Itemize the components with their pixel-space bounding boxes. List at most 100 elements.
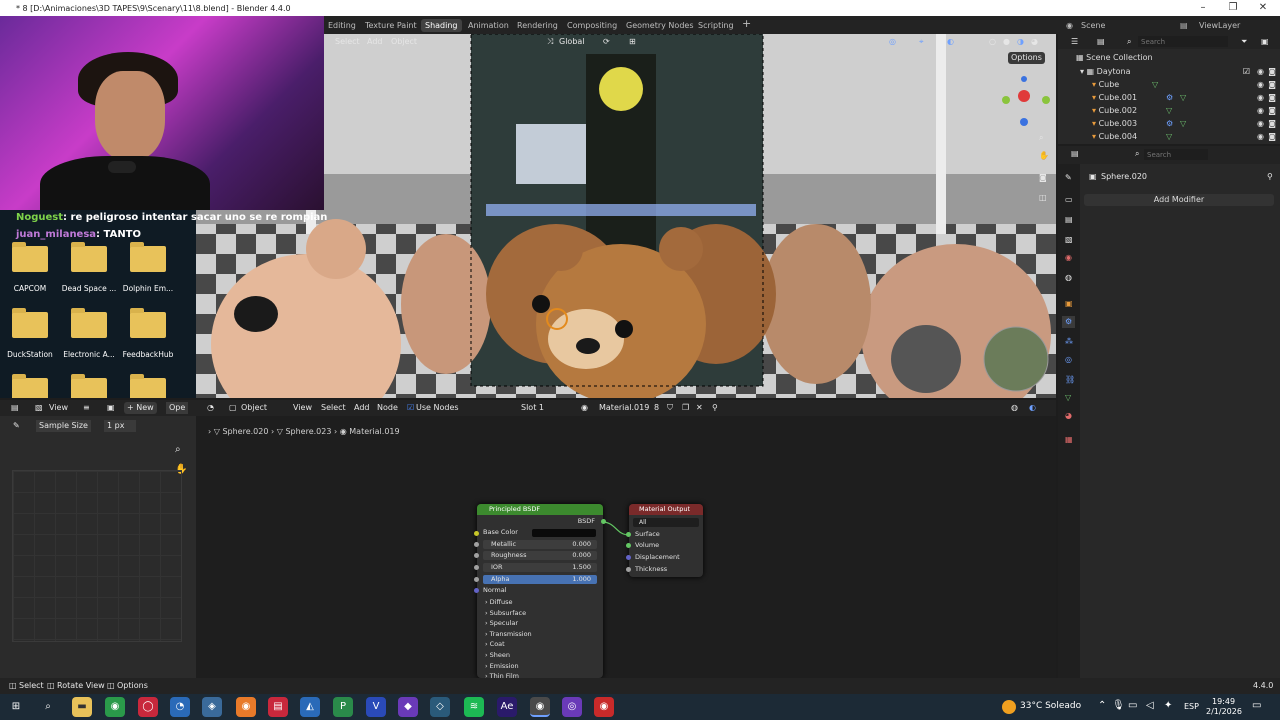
- vegas-icon[interactable]: V: [366, 697, 386, 717]
- material-tab-icon[interactable]: ◕: [1062, 410, 1075, 422]
- texture-tab-icon[interactable]: ▦: [1062, 434, 1076, 446]
- outliner-search-input[interactable]: [1138, 36, 1228, 47]
- tab-editing[interactable]: Editing: [324, 19, 360, 32]
- properties-editor[interactable]: ▤ ⌕ ✎ ▭ ▤ ▧ ◉ ◍ ▣ ⚙ ⁂ ◎ ⛓ ▽ ◕ ▦ ▣ Sphere…: [1058, 146, 1280, 678]
- pin-icon[interactable]: ⚲: [1264, 171, 1276, 183]
- outliner-object-row[interactable]: ▾ Cube.002 ▽ ◉ ◙: [1058, 104, 1280, 117]
- particles-tab-icon[interactable]: ⁂: [1062, 336, 1076, 348]
- scene-collection-row[interactable]: ▦ Scene Collection: [1058, 51, 1280, 64]
- shader-node-editor[interactable]: ◔ ▢ Object View Select Add Node ☑ Use No…: [196, 400, 1056, 680]
- constraints-tab-icon[interactable]: ⛓: [1062, 374, 1078, 386]
- add-modifier-button[interactable]: Add Modifier: [1084, 194, 1274, 206]
- language-indicator[interactable]: ESP: [1184, 702, 1199, 711]
- bluetooth-icon[interactable]: ✦: [1164, 700, 1172, 711]
- image-new-button[interactable]: + New: [124, 402, 157, 414]
- image-open-button[interactable]: Ope: [166, 402, 189, 414]
- tab-animation[interactable]: Animation: [464, 19, 513, 32]
- maximize-button[interactable]: ❐: [1220, 0, 1246, 16]
- input-socket[interactable]: [626, 555, 631, 560]
- app-icon[interactable]: ◭: [300, 697, 320, 717]
- viewport-object-menu[interactable]: Object: [388, 36, 420, 48]
- data-tab-icon[interactable]: ▽: [1062, 392, 1074, 404]
- collection-row[interactable]: ▾ ▦ Daytona ☑ ◉ ◙: [1058, 65, 1280, 78]
- image-view-menu[interactable]: View: [46, 402, 71, 414]
- discord-icon[interactable]: ◎: [562, 697, 582, 717]
- folder-icon[interactable]: [12, 308, 48, 338]
- tab-compositing[interactable]: Compositing: [563, 19, 621, 32]
- node-header[interactable]: Material Output: [629, 504, 703, 515]
- notification-icon[interactable]: ▭: [1252, 700, 1261, 711]
- input-socket[interactable]: [626, 567, 631, 572]
- viewport-options-button[interactable]: Options: [1008, 52, 1045, 64]
- world-tab-icon[interactable]: ◍: [1062, 272, 1075, 284]
- tool-tab-icon[interactable]: ✎: [1062, 172, 1075, 184]
- outliner-object-row[interactable]: ▾ Cube.001 ⚙ ▽ ◉ ◙: [1058, 91, 1280, 104]
- filter-icon[interactable]: ⏷: [1238, 36, 1250, 48]
- weather-text[interactable]: 33°C Soleado: [1020, 701, 1081, 711]
- image-browse-icon[interactable]: ▣: [104, 402, 118, 414]
- solid-shading-icon[interactable]: ●: [1000, 36, 1013, 48]
- add-workspace-button[interactable]: +: [738, 17, 755, 30]
- lock-icon[interactable]: ◫: [1036, 192, 1050, 204]
- chevron-up-icon[interactable]: ⌃: [1098, 700, 1106, 711]
- folder-icon[interactable]: [130, 308, 166, 338]
- render-tab-icon[interactable]: ▭: [1062, 194, 1076, 206]
- network-icon[interactable]: ▭: [1128, 700, 1137, 711]
- after-effects-icon[interactable]: Ae: [497, 697, 517, 717]
- modifier-tab-icon[interactable]: ⚙: [1062, 316, 1076, 328]
- outliner-object-row[interactable]: ▾ Cube ▽ ◉ ◙: [1058, 78, 1280, 91]
- volume-icon[interactable]: ◁: [1146, 700, 1154, 711]
- blender-icon[interactable]: ◉: [236, 697, 256, 717]
- snap-icon[interactable]: ⊞: [626, 36, 639, 48]
- clock-time[interactable]: 19:49: [1212, 697, 1235, 706]
- sample-tool-icon[interactable]: ✎: [10, 420, 23, 432]
- folder-icon[interactable]: [130, 242, 166, 272]
- editor-type-icon[interactable]: ☰: [1068, 36, 1081, 48]
- start-menu-icon[interactable]: ⊞: [6, 697, 26, 717]
- new-collection-icon[interactable]: ▣: [1258, 36, 1272, 48]
- chrome-icon[interactable]: ◉: [105, 697, 125, 717]
- edge-icon[interactable]: ◔: [170, 697, 190, 717]
- input-socket[interactable]: [626, 532, 631, 537]
- display-mode-icon[interactable]: ▤: [1094, 36, 1108, 48]
- menu-icon[interactable]: ≡: [80, 402, 93, 414]
- app-icon[interactable]: ◆: [398, 697, 418, 717]
- transform-orientation-dropdown[interactable]: Global: [556, 36, 588, 48]
- folder-icon[interactable]: [130, 374, 166, 398]
- zoom-icon[interactable]: ⌕: [172, 444, 184, 456]
- view-layer-selector[interactable]: ViewLayer: [1195, 19, 1244, 32]
- zoom-icon[interactable]: ⌕: [1036, 132, 1046, 144]
- clock-date[interactable]: 2/1/2026: [1206, 707, 1242, 716]
- folder-icon[interactable]: [12, 242, 48, 272]
- material-output-node[interactable]: Material Output All Surface Volume Displ…: [626, 504, 703, 577]
- folder-icon[interactable]: [71, 308, 107, 338]
- tab-geometry-nodes[interactable]: Geometry Nodes: [622, 19, 697, 32]
- obs-icon[interactable]: ◉: [594, 697, 614, 717]
- overlay-icon[interactable]: ◐: [944, 36, 957, 48]
- pivot-point-icon[interactable]: ⟳: [600, 36, 613, 48]
- microphone-icon[interactable]: 🎙: [1112, 700, 1125, 711]
- wireframe-shading-icon[interactable]: ○: [986, 36, 999, 48]
- object-tab-icon[interactable]: ▣: [1062, 298, 1076, 310]
- minimize-button[interactable]: –: [1190, 0, 1216, 16]
- material-shading-icon[interactable]: ◑: [1014, 36, 1027, 48]
- tab-scripting[interactable]: Scripting: [694, 19, 738, 32]
- image-editor[interactable]: ▤ ▧ View ≡ ▣ + New Ope ✎ Sample Size 1 p…: [0, 400, 196, 678]
- outliner[interactable]: ☰ ▤ ⌕ ⏷ ▣ ▦ Scene Collection ▾ ▦ Daytona…: [1058, 34, 1280, 144]
- file-explorer-icon[interactable]: ▬: [72, 697, 92, 717]
- video-app-icon[interactable]: ▤: [268, 697, 288, 717]
- input-socket[interactable]: [626, 543, 631, 548]
- sample-size-field[interactable]: 1 px: [104, 420, 136, 432]
- tab-shading[interactable]: Shading: [421, 19, 462, 32]
- scene-selector[interactable]: Scene: [1077, 19, 1109, 32]
- outliner-object-row[interactable]: ▾ Cube.003 ⚙ ▽ ◉ ◙: [1058, 117, 1280, 130]
- physics-tab-icon[interactable]: ◎: [1062, 354, 1075, 366]
- viewport-add-menu[interactable]: Add: [364, 36, 386, 48]
- editor-type-icon[interactable]: ▤: [1068, 148, 1082, 160]
- app-icon[interactable]: ◈: [202, 697, 222, 717]
- output-tab-icon[interactable]: ▤: [1062, 214, 1076, 226]
- folder-icon[interactable]: [71, 374, 107, 398]
- search-icon[interactable]: ⌕: [38, 697, 58, 717]
- spotify-icon[interactable]: ≋: [464, 697, 484, 717]
- mode-icon[interactable]: ▧: [32, 402, 46, 414]
